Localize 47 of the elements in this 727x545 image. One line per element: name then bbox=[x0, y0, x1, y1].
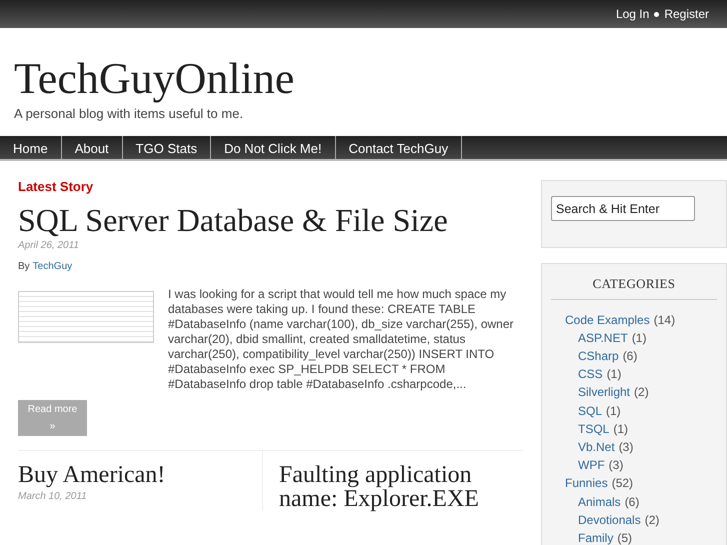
site-title[interactable]: TechGuyOnline bbox=[14, 55, 727, 103]
panel-heading: CATEGORIES bbox=[551, 274, 717, 300]
nav-item[interactable]: Do Not Click Me! bbox=[211, 136, 336, 159]
post-title[interactable]: Buy American! bbox=[18, 462, 262, 486]
category-count: (5) bbox=[617, 530, 632, 545]
category-count: (1) bbox=[613, 422, 628, 436]
category-count: (1) bbox=[606, 404, 621, 418]
nav-item[interactable]: Contact TechGuy bbox=[336, 136, 462, 159]
category-link[interactable]: Family bbox=[578, 530, 614, 545]
post-date: March 10, 2011 bbox=[18, 490, 88, 504]
category-link[interactable]: Silverlight bbox=[578, 385, 630, 400]
category-count: (2) bbox=[644, 512, 660, 527]
category-link[interactable]: Code Examples bbox=[565, 312, 650, 326]
category-link[interactable]: Funnies bbox=[565, 476, 608, 490]
category-link[interactable]: ASP.NET bbox=[578, 330, 628, 345]
post-title[interactable]: SQL Server Database & File Size bbox=[18, 202, 523, 238]
nav-item[interactable]: Home bbox=[0, 136, 62, 159]
category-count: (52) bbox=[612, 476, 634, 490]
byline-label: By bbox=[18, 260, 30, 274]
category-count: (3) bbox=[618, 440, 634, 454]
category-link[interactable]: Vb.Net bbox=[578, 440, 615, 454]
category-count: (6) bbox=[622, 348, 638, 363]
post-date: April 26, 2011 bbox=[18, 238, 80, 252]
nav-item[interactable]: TGO Stats bbox=[122, 136, 212, 159]
bullet-icon bbox=[654, 12, 660, 16]
category-link[interactable]: Animals bbox=[578, 494, 621, 509]
top-link[interactable]: Register bbox=[664, 5, 709, 23]
post-excerpt: I was looking for a script that would tell me how much space my databases were taking up. I found these: CREATE TABLE #DatabaseInfo (name varchar(100), db_size varchar(255), owner varchar(20), dbid smallint, created smalldatetime, status varchar(250), compatibility_level varchar(250)) INSERT INTO #DatabaseInfo exec SP_HELPDB SELECT * FROM #DatabaseInfo drop table #DatabaseInfo .csharpcode,... bbox=[168, 286, 515, 392]
category-count: (14) bbox=[654, 312, 676, 326]
site-tagline: A personal blog with items useful to me. bbox=[14, 105, 244, 123]
category-count: (2) bbox=[634, 385, 649, 400]
category-link[interactable]: TSQL bbox=[578, 422, 610, 436]
search-field[interactable]: Search & Hit Enter bbox=[551, 196, 695, 221]
category-link[interactable]: SQL bbox=[578, 404, 602, 418]
category-count: (1) bbox=[632, 330, 646, 345]
section-heading: Latest Story bbox=[18, 178, 94, 196]
category-link[interactable]: CSharp bbox=[578, 348, 619, 363]
category-link[interactable]: Devotionals bbox=[578, 512, 641, 527]
category-link[interactable]: WPF bbox=[578, 458, 605, 472]
category-link[interactable]: CSS bbox=[578, 367, 603, 382]
category-count: (1) bbox=[606, 367, 622, 382]
top-link[interactable]: Log In bbox=[616, 5, 650, 23]
category-count: (6) bbox=[624, 494, 640, 509]
category-count: (3) bbox=[608, 458, 624, 472]
nav-item[interactable]: About bbox=[62, 136, 123, 159]
author-link[interactable]: TechGuy bbox=[32, 258, 72, 274]
post-title[interactable]: Faulting application name: Explorer.EXE bbox=[279, 462, 523, 510]
